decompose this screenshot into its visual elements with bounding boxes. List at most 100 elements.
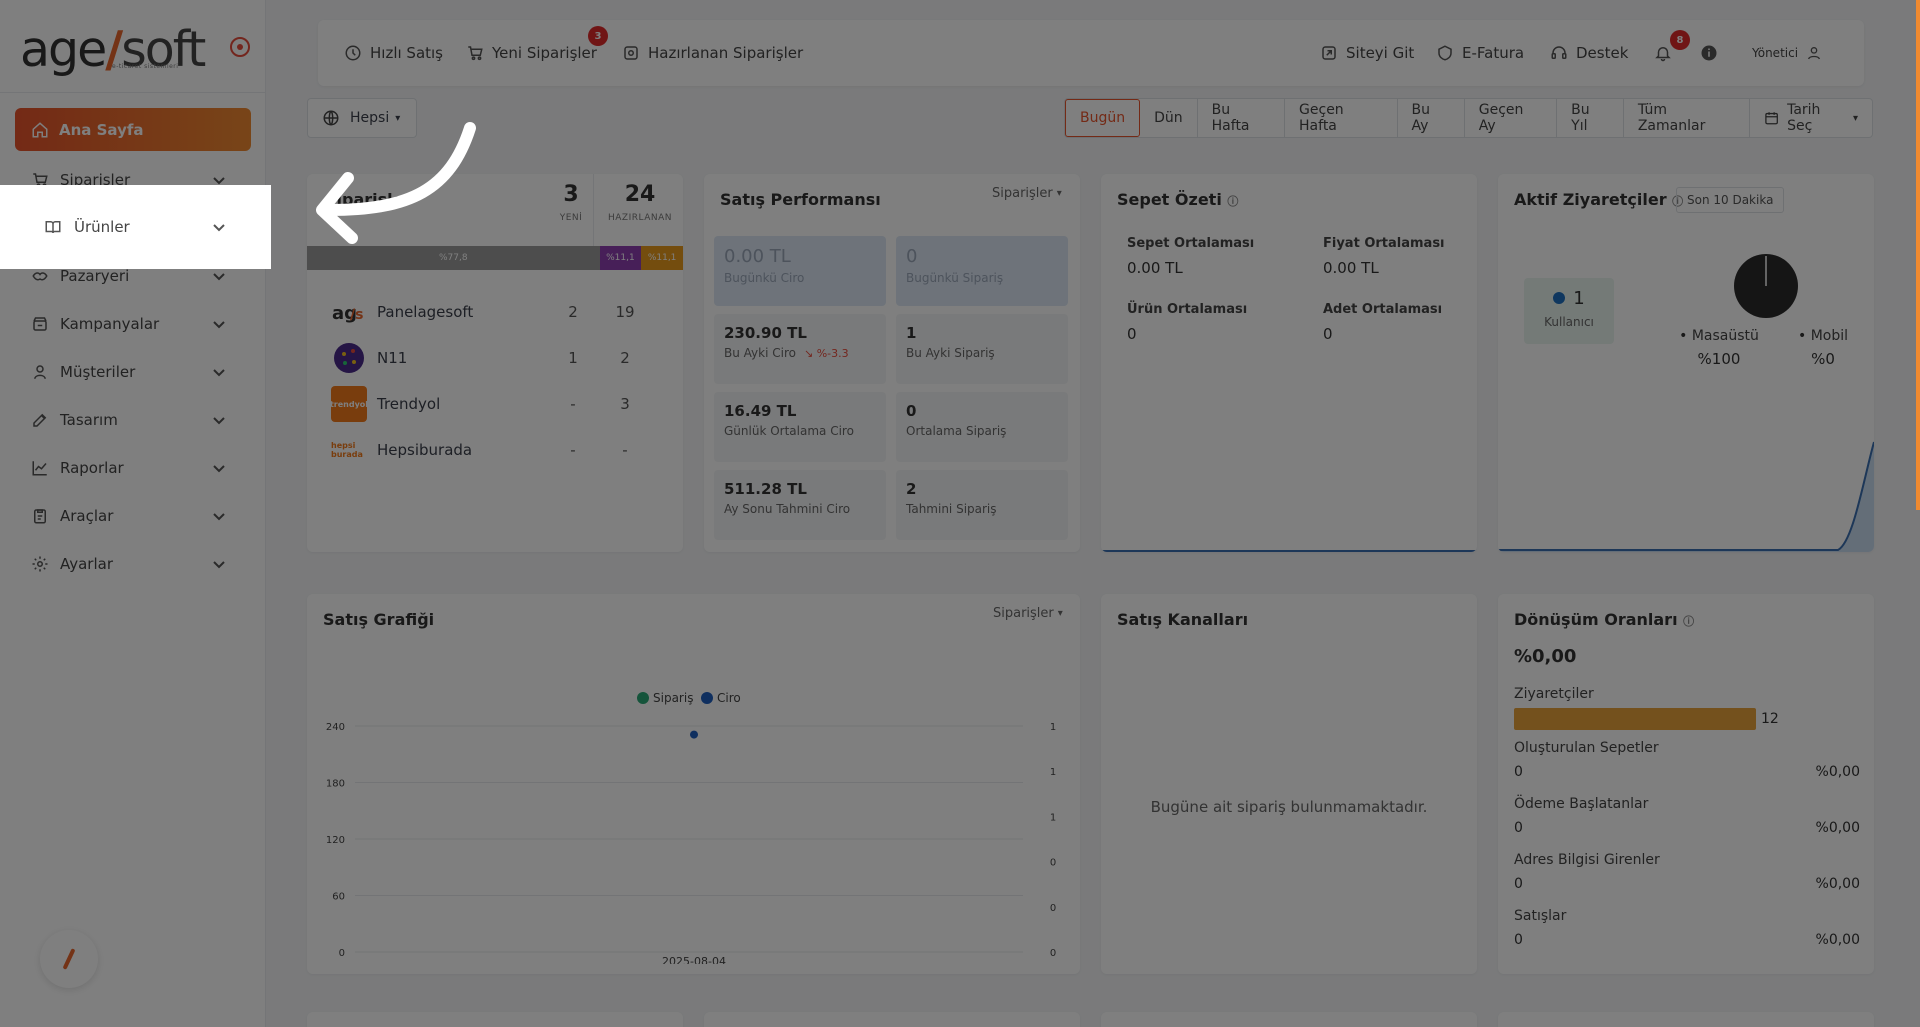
support-link[interactable]: Destek (1550, 20, 1628, 86)
gear-icon (30, 554, 50, 574)
marketplace-logo: ag/s (331, 294, 367, 330)
sidebar-toggle-icon[interactable] (230, 37, 250, 57)
device-pie-chart (1734, 254, 1798, 318)
info-button[interactable] (1700, 20, 1726, 86)
desktop-share: • Masaüstü %100 (1674, 328, 1764, 368)
info-icon (1701, 45, 1717, 61)
user-icon (1808, 47, 1821, 60)
date-tab[interactable]: Tüm Zamanlar (1624, 99, 1750, 137)
help-button[interactable] (40, 930, 98, 988)
marketplace-row[interactable]: N11 1 2 (331, 338, 671, 378)
y-left-tick: 180 (326, 779, 345, 790)
performance-box: 1 Bu Ayki Sipariş (896, 314, 1068, 384)
marketplace-row[interactable]: hepsi burada Hepsiburada - - (331, 430, 671, 470)
sidebar-item-home[interactable]: Ana Sayfa (15, 108, 251, 151)
preparing-orders-link[interactable]: Hazırlanan Siparişler (622, 20, 803, 86)
new-orders-count: 3 (563, 182, 579, 207)
sidebar-item-8[interactable]: Ayarlar (0, 544, 266, 584)
cart-summary-key: Adet Ortalaması (1323, 302, 1443, 317)
cart-summary-value: 0.00 TL (1323, 259, 1379, 277)
cart-summary-key: Fiyat Ortalaması (1323, 236, 1445, 251)
visitors-range-badge[interactable]: Son 10 Dakika (1676, 187, 1785, 213)
support-label: Destek (1576, 44, 1629, 62)
preparing-orders-stat: 24 HAZIRLANAN (597, 182, 683, 223)
x-tick: 2025-08-04 (662, 955, 726, 964)
scrollbar[interactable] (1916, 0, 1920, 510)
quick-sale-label: Hızlı Satış (370, 44, 444, 62)
visitors-label: Ziyaretçiler (1514, 686, 1594, 702)
marketplace-logo: hepsi burada (331, 432, 367, 468)
y-left-tick: 0 (339, 948, 345, 959)
y-right-tick: 1 (1050, 812, 1056, 823)
mobile-pct: %0 (1811, 350, 1835, 368)
visitor-trend-area (1498, 442, 1874, 552)
sales-line-chart: Sipariş Ciro 240 180 120 60 0 1 1 1 0 0 0 2025-08-04 (326, 691, 1056, 964)
quick-sale-link[interactable]: Hızlı Satış (344, 20, 443, 86)
sidebar-item-4[interactable]: Müşteriler (0, 352, 266, 392)
visitors-value: 12 (1761, 711, 1779, 727)
einvoice-link[interactable]: E-Fatura (1436, 20, 1524, 86)
y-right-tick: 1 (1050, 767, 1056, 778)
marketplace-prep-count: - (622, 441, 628, 459)
cart-trend-line (1101, 550, 1477, 552)
tutorial-arrow-icon (316, 122, 476, 244)
chevron-down-icon (212, 508, 226, 526)
einvoice-label: E-Fatura (1462, 44, 1525, 62)
date-tab[interactable]: Bu Ay (1398, 99, 1465, 137)
new-orders-badge: 3 (588, 26, 608, 46)
sidebar-item-3[interactable]: Kampanyalar (0, 304, 266, 344)
user-menu[interactable]: Yönetici (1752, 20, 1830, 86)
sales-chart-dropdown[interactable]: Siparişler ▾ (993, 606, 1063, 621)
performance-value: 0 (906, 246, 918, 267)
calendar-icon (1765, 112, 1778, 125)
marketplace-row[interactable]: trendyol Trendyol - 3 (330, 384, 671, 424)
cart-summary-item: Ürün Ortalaması 0 (1127, 302, 1247, 343)
help-icon[interactable]: ⓘ (1683, 615, 1694, 628)
bottom-card (1498, 1012, 1874, 1027)
performance-box: 0 Bugünkü Sipariş (896, 236, 1068, 306)
marketplace-logo: trendyol (330, 386, 368, 422)
sidebar-item-7[interactable]: Araçlar (0, 496, 266, 536)
help-icon[interactable]: ⓘ (1227, 195, 1238, 208)
y-left-tick: 120 (326, 835, 345, 846)
y-right-tick: 0 (1050, 903, 1056, 914)
date-tab[interactable]: Bu Hafta (1198, 99, 1286, 137)
date-tab[interactable]: Geçen Ay (1465, 99, 1558, 137)
legend-swatch (701, 692, 713, 704)
performance-value: 16.49 TL (724, 402, 797, 420)
user-name: Yönetici (1752, 46, 1799, 60)
conversion-title: Dönüşüm Oranları ⓘ (1514, 610, 1695, 629)
new-orders-link[interactable]: Yeni Siparişler (466, 20, 597, 86)
date-tab[interactable]: Bugün (1065, 99, 1141, 137)
conversion-row-pct: %0,00 (1815, 876, 1860, 892)
performance-label: Günlük Ortalama Ciro (724, 424, 854, 438)
performance-dropdown-label: Siparişler (992, 186, 1053, 201)
marketplace-row[interactable]: ag/s Panelagesoft 2 19 (331, 292, 671, 332)
conversion-row-pct: %0,00 (1815, 764, 1860, 780)
date-tab[interactable]: Tarih Seç ▾ (1750, 99, 1872, 137)
cart-summary-value: 0 (1323, 325, 1333, 343)
box-icon (624, 46, 638, 60)
notifications-badge: 8 (1670, 30, 1690, 50)
sidebar-item-5[interactable]: Tasarım (0, 400, 266, 440)
divider (0, 92, 266, 93)
brand-logo[interactable]: age/soft e-ticaret sistemleri (20, 18, 206, 74)
pencil-icon (62, 948, 76, 970)
highlighted-menu-item-products[interactable]: Ürünler (0, 185, 271, 269)
preparing-orders-count: 24 (624, 182, 656, 207)
go-site-link[interactable]: Siteyi Git (1320, 20, 1414, 86)
performance-value: 2 (906, 480, 917, 498)
date-tab[interactable]: Bu Yıl (1557, 99, 1624, 137)
chevron-down-icon (212, 316, 226, 334)
performance-dropdown[interactable]: Siparişler ▾ (992, 186, 1062, 201)
date-range-tabs: Bugün Dün Bu Hafta Geçen Hafta Bu Ay Geçen Ay… (1064, 98, 1873, 138)
sidebar-item-6[interactable]: Raporlar (0, 448, 266, 488)
date-tab[interactable]: Dün (1140, 99, 1198, 137)
conversion-row-value: 0 (1514, 876, 1523, 892)
bottom-card (307, 1012, 683, 1027)
visitor-trend-chart (1498, 441, 1874, 552)
visitor-trend-line (1498, 441, 1874, 551)
date-tab[interactable]: Geçen Hafta (1285, 99, 1398, 137)
edit-icon (30, 410, 50, 430)
marketplace-prep-count: 2 (620, 349, 630, 367)
